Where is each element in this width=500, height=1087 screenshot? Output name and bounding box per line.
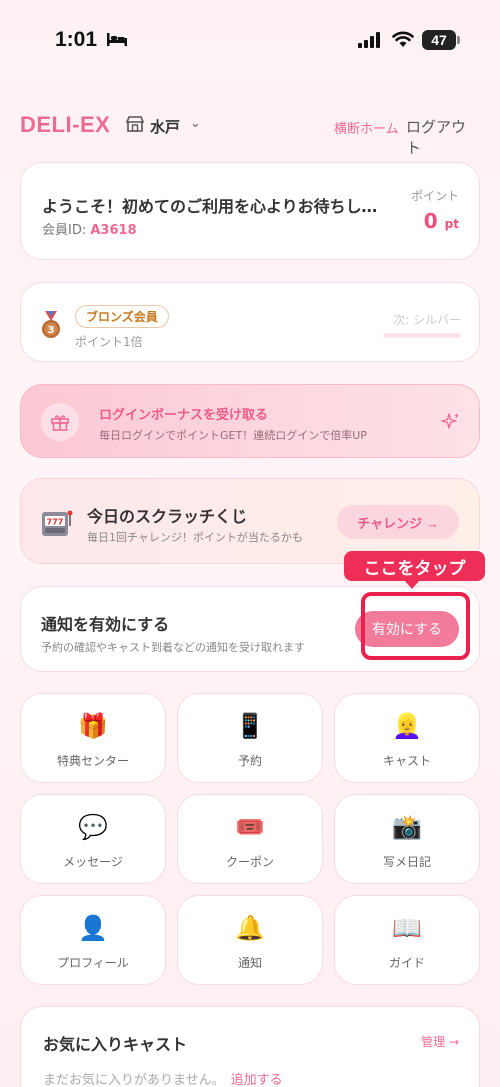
gift-icon: 🎁 [78, 712, 108, 740]
login-bonus-title: ログインボーナスを受け取る [99, 408, 269, 423]
favorites-add-link[interactable]: 追加する [231, 1073, 283, 1087]
login-bonus-subtitle: 毎日ログインでポイントGET！連続ログインで倍率UP [99, 429, 367, 442]
points-unit: pt [444, 217, 459, 231]
book-icon: 📖 [392, 914, 422, 942]
logout-link[interactable]: ログアウト [406, 116, 480, 158]
rank-multiplier: ポイント1倍 [75, 335, 143, 349]
menu-item-label: 写メ日記 [382, 855, 431, 869]
favorites-title: お気に入りキャスト [43, 1035, 188, 1054]
scratch-title: 今日のスクラッチくじ [87, 507, 248, 526]
battery-indicator: 47 [422, 30, 456, 50]
location-selector[interactable]: 水戸 [150, 116, 180, 137]
status-bar: 1:01 47 [0, 0, 500, 80]
menu-item-photo-diary[interactable]: 📸 写メ日記 [334, 794, 480, 884]
favorites-empty-text: まだお気に入りがありません。 [43, 1073, 225, 1087]
rank-card: 3 ブロンズ会員 ポイント1倍 次: シルバー [20, 282, 480, 362]
favorites-manage-link[interactable]: 管理 → [421, 1033, 459, 1050]
cross-home-link[interactable]: 横断ホーム [334, 118, 399, 137]
gift-badge [41, 403, 79, 441]
menu-item-benefits[interactable]: 🎁 特典センター [20, 693, 166, 783]
speech-bubble-icon: 💬 [78, 813, 108, 841]
scratch-subtitle: 毎日1回チャレンジ！ポイントが当たるかも [87, 531, 303, 544]
menu-item-label: キャスト [382, 754, 431, 768]
menu-item-label: 通知 [237, 956, 262, 970]
next-rank-label: 次: シルバー [393, 313, 461, 327]
svg-text:3: 3 [48, 325, 55, 336]
points-value: 0 pt [424, 209, 459, 233]
bed-icon [107, 33, 127, 46]
menu-item-label: ガイド [388, 956, 425, 970]
favorite-casts-card: お気に入りキャスト 管理 → まだお気に入りがありません。 追加する [20, 1006, 480, 1087]
menu-item-label: プロフィール [57, 956, 129, 970]
phone-icon: 📱 [235, 712, 265, 740]
menu-item-guide[interactable]: 📖 ガイド [334, 895, 480, 985]
menu-item-label: 特典センター [56, 754, 129, 768]
tap-highlight-frame [361, 592, 470, 660]
menu-item-coupons[interactable]: 🎟️ クーポン [177, 794, 323, 884]
menu-item-label: クーポン [225, 855, 274, 869]
svg-text:777: 777 [47, 518, 64, 527]
gift-icon [51, 415, 69, 431]
member-id-label: 会員ID: [42, 223, 87, 238]
menu-item-messages[interactable]: 💬 メッセージ [20, 794, 166, 884]
person-icon: 👤 [78, 914, 108, 942]
battery-tip [457, 36, 460, 44]
woman-icon: 👱‍♀️ [392, 712, 422, 740]
login-bonus-banner[interactable]: ログインボーナスを受け取る 毎日ログインでポイントGET！連続ログインで倍率UP [20, 384, 480, 458]
notification-title: 通知を有効にする [41, 615, 170, 634]
menu-item-cast[interactable]: 👱‍♀️ キャスト [334, 693, 480, 783]
rank-badge: ブロンズ会員 [75, 305, 169, 328]
welcome-card: ようこそ！初めてのご利用を心よりお待ちしております 会員ID: A3618 ポイ… [20, 162, 480, 260]
wifi-icon [392, 31, 414, 47]
bronze-medal-icon: 3 [42, 311, 60, 338]
member-id-value: A3618 [90, 223, 137, 238]
bell-icon: 🔔 [235, 914, 265, 942]
points-number: 0 [423, 209, 438, 233]
notification-subtitle: 予約の確認やキャスト到着などの通知を受け取れます [41, 641, 305, 654]
tap-here-callout: ここをタップ [344, 551, 485, 581]
camera-icon: 📸 [392, 813, 422, 841]
callout-pointer [404, 580, 420, 589]
sparkle-icon [441, 413, 459, 429]
member-id: 会員ID: A3618 [42, 219, 137, 238]
menu-item-reservation[interactable]: 📱 予約 [177, 693, 323, 783]
welcome-message: ようこそ！初めてのご利用を心よりお待ちしております [42, 197, 390, 216]
store-icon[interactable] [126, 116, 144, 132]
menu-item-label: 予約 [237, 754, 262, 768]
points-label: ポイント [410, 189, 459, 203]
next-rank-progress [383, 333, 461, 338]
favorites-empty-message: まだお気に入りがありません。 追加する [43, 1069, 283, 1087]
menu-item-label: メッセージ [63, 855, 123, 869]
ticket-icon: 🎟️ [235, 813, 265, 841]
app-header: DELI-EX 水戸 ⌄ 横断ホーム ログアウト [20, 110, 480, 157]
menu-item-profile[interactable]: 👤 プロフィール [20, 895, 166, 985]
menu-item-notifications[interactable]: 🔔 通知 [177, 895, 323, 985]
slot-machine-icon: 777 [42, 510, 73, 536]
challenge-button[interactable]: チャレンジ → [337, 505, 459, 539]
status-time: 1:01 [55, 28, 98, 51]
app-logo[interactable]: DELI-EX [20, 112, 110, 138]
chevron-down-icon[interactable]: ⌄ [190, 116, 201, 131]
signal-icon [358, 32, 380, 48]
